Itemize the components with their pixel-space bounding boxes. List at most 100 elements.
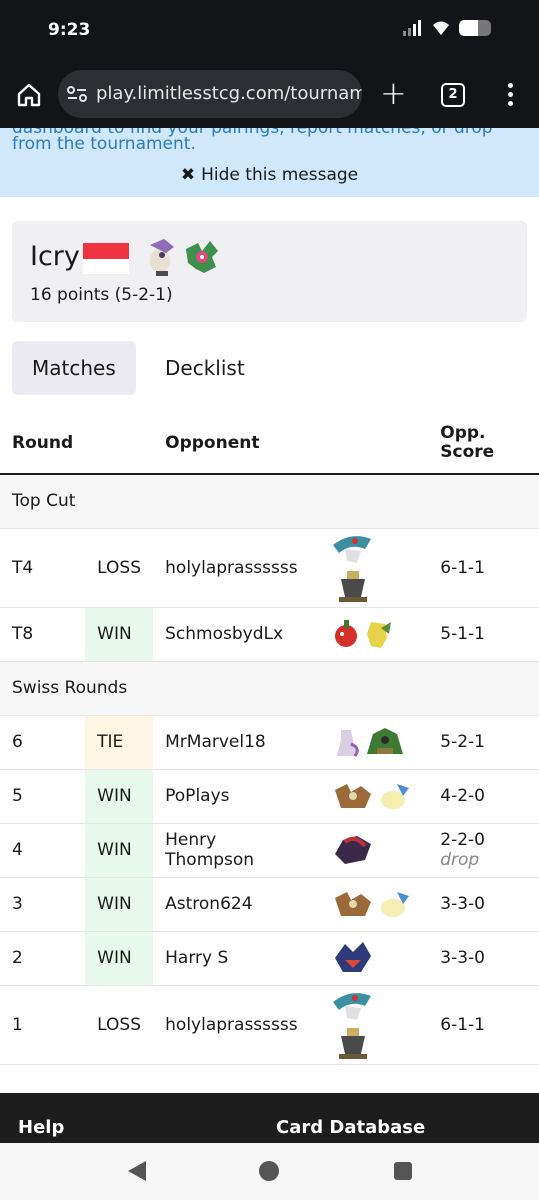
table-row[interactable]: T4 LOSS holylaprassssss 6-1-1 — [0, 528, 539, 608]
home-icon[interactable] — [16, 82, 42, 108]
recents-icon[interactable] — [394, 1162, 412, 1180]
opponent-link[interactable]: holylaprassssss — [153, 528, 319, 608]
home-circle-icon[interactable] — [259, 1161, 279, 1181]
matches-table: Round Opponent Opp. Score Top Cut T4 LOS… — [0, 413, 539, 1065]
status-time: 9:23 — [48, 20, 91, 40]
player-card: Icry 16 points (5-2-1) — [12, 221, 527, 322]
wifi-icon — [433, 21, 449, 35]
section-title: Top Cut — [0, 474, 539, 529]
table-row[interactable]: 1 LOSS holylaprassssss 6-1-1 — [0, 985, 539, 1065]
url-text: play.limitlesstcg.com/tournam — [96, 83, 362, 104]
pokemon-sprite-icon — [366, 622, 391, 648]
player-deck-sprites — [144, 237, 222, 277]
opponent-link[interactable]: MrMarvel18 — [153, 715, 319, 770]
round-cell: T4 — [0, 528, 86, 608]
drop-label: drop — [440, 850, 480, 870]
round-cell: T8 — [0, 607, 86, 662]
more-vert-icon[interactable] — [502, 81, 518, 109]
opponent-link[interactable]: holylaprassssss — [153, 985, 319, 1065]
opp-score-cell: 4-2-0 — [428, 769, 539, 824]
opp-score-cell: 5-2-1 — [428, 715, 539, 770]
pokemon-sprite-icon — [332, 535, 371, 563]
table-row[interactable]: T8 WIN SchmosbydLx 5-1-1 — [0, 607, 539, 662]
opponent-link[interactable]: Henry Thompson — [153, 823, 319, 878]
section-row-top-cut: Top Cut — [0, 474, 539, 529]
round-cell: 2 — [0, 931, 86, 986]
pokemon-sprite-icon — [150, 239, 174, 276]
opp-score-cell: 6-1-1 — [428, 528, 539, 608]
column-header-round: Round — [0, 413, 86, 475]
tab-decklist[interactable]: Decklist — [145, 341, 265, 395]
column-header-opponent: Opponent — [153, 413, 319, 475]
table-row[interactable]: 2 WIN Harry S 3-3-0 — [0, 931, 539, 986]
table-row[interactable]: 4 WIN Henry Thompson 2-2-0 drop — [0, 823, 539, 878]
opponent-deck-icons[interactable] — [331, 988, 417, 1062]
opponent-deck-icons[interactable] — [331, 888, 417, 920]
pokemon-sprite-icon — [336, 730, 359, 757]
close-icon: ✖ — [180, 165, 196, 185]
status-icons — [403, 20, 491, 36]
footer-card-database-link[interactable]: Card Database — [276, 1117, 425, 1138]
round-cell: 1 — [0, 985, 86, 1065]
pokemon-sprite-icon — [334, 836, 371, 864]
player-points: 16 points (5-2-1) — [30, 285, 173, 305]
round-cell: 3 — [0, 877, 86, 932]
round-cell: 6 — [0, 715, 86, 770]
opponent-link[interactable]: PoPlays — [153, 769, 319, 824]
opp-score-cell: 3-3-0 — [428, 877, 539, 932]
tab-switcher-button[interactable]: 2 — [441, 83, 465, 107]
opponent-link[interactable]: Harry S — [153, 931, 319, 986]
pokemon-sprite-icon — [332, 992, 371, 1020]
status-bar: 9:23 — [0, 0, 539, 62]
pokemon-sprite-icon — [366, 728, 403, 754]
opponent-link[interactable]: SchmosbydLx — [153, 607, 319, 662]
footer-help-link[interactable]: Help — [18, 1117, 64, 1138]
opp-score-cell: 5-1-1 — [428, 607, 539, 662]
result-cell: LOSS — [85, 528, 154, 608]
result-cell: WIN — [85, 931, 154, 986]
table-header-row: Round Opponent Opp. Score — [0, 413, 539, 475]
result-cell: WIN — [85, 769, 154, 824]
pokemon-sprite-icon — [334, 620, 357, 647]
table-row[interactable]: 6 TIE MrMarvel18 5-2-1 — [0, 715, 539, 770]
info-notice: dashboard to find your pairings, report … — [0, 128, 539, 197]
round-cell: 4 — [0, 823, 86, 878]
pokemon-sprite-icon — [334, 784, 371, 808]
section-row-swiss-rounds: Swiss Rounds — [0, 661, 539, 716]
pokemon-sprite-icon — [380, 892, 409, 917]
battery-icon — [459, 20, 491, 36]
pokemon-sprite-icon — [338, 1027, 367, 1059]
notice-text[interactable]: from the tournament. — [12, 134, 196, 154]
opponent-deck-icons[interactable] — [331, 726, 417, 758]
pokemon-sprite-icon — [338, 570, 367, 602]
result-cell: WIN — [85, 823, 154, 878]
opp-score-cell: 3-3-0 — [428, 931, 539, 986]
plus-icon[interactable]: + — [380, 77, 407, 109]
pokemon-sprite-icon — [380, 784, 409, 809]
back-icon[interactable] — [128, 1161, 146, 1181]
column-header-opp-score: Opp. Score — [428, 413, 539, 475]
hide-message-button[interactable]: ✖ Hide this message — [0, 165, 539, 185]
result-cell: WIN — [85, 607, 154, 662]
opponent-deck-icons[interactable] — [331, 618, 417, 650]
site-info-icon[interactable] — [66, 84, 88, 104]
round-cell: 5 — [0, 769, 86, 824]
pokemon-sprite-icon — [186, 241, 218, 273]
browser-toolbar: play.limitlesstcg.com/tournam + 2 — [0, 62, 539, 128]
system-nav-bar — [0, 1143, 539, 1200]
opponent-deck-icons[interactable] — [331, 940, 417, 976]
pokemon-sprite-icon — [334, 942, 371, 972]
opponent-deck-icons[interactable] — [331, 531, 417, 605]
pokemon-sprite-icon — [334, 892, 371, 916]
singapore-flag-icon — [83, 243, 129, 274]
opponent-link[interactable]: Astron624 — [153, 877, 319, 932]
tab-matches[interactable]: Matches — [12, 341, 136, 395]
opponent-deck-icons[interactable] — [331, 780, 417, 812]
opponent-deck-icons[interactable] — [331, 834, 417, 866]
opp-score-cell: 2-2-0 drop — [428, 823, 539, 878]
address-bar[interactable]: play.limitlesstcg.com/tournam — [58, 70, 362, 118]
table-row[interactable]: 3 WIN Astron624 3-3-0 — [0, 877, 539, 932]
table-row[interactable]: 5 WIN PoPlays 4-2-0 — [0, 769, 539, 824]
hide-message-label: Hide this message — [201, 165, 359, 185]
result-cell: TIE — [85, 715, 154, 770]
